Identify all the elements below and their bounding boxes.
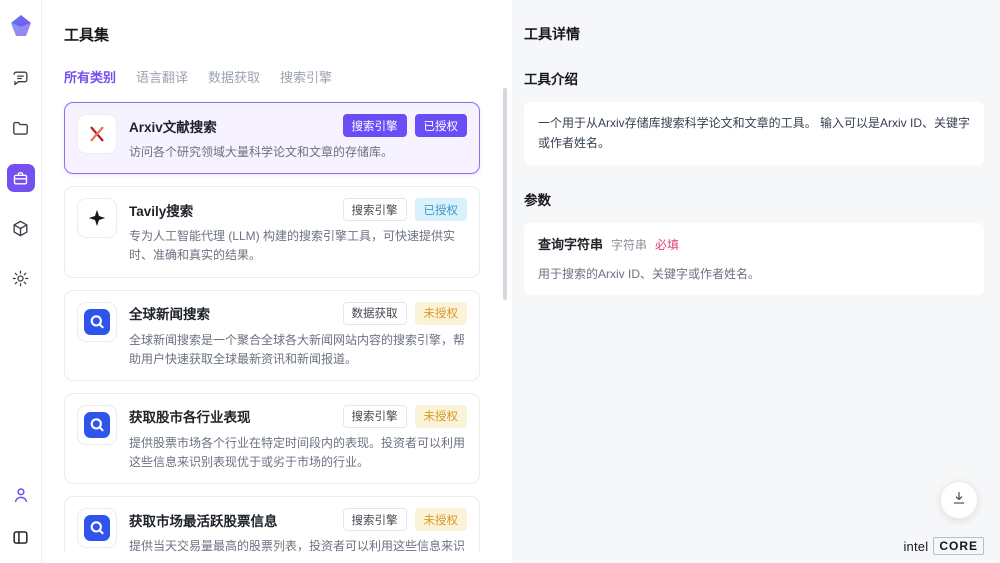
active-stock-icon	[77, 508, 117, 548]
panel-toggle-icon[interactable]	[7, 523, 35, 551]
param-description: 用于搜索的Arxiv ID、关键字或作者姓名。	[538, 264, 970, 284]
details-title: 工具详情	[524, 24, 984, 44]
tool-description: 专为人工智能代理 (LLM) 构建的搜索引擎工具，可快速提供实时、准确和真实的结…	[129, 227, 467, 265]
chat-icon[interactable]	[7, 64, 35, 92]
intel-product-text: CORE	[933, 537, 984, 555]
param-card: 查询字符串 字符串 必填 用于搜索的Arxiv ID、关键字或作者姓名。	[524, 223, 984, 295]
tavily-icon	[77, 198, 117, 238]
tool-description: 提供股票市场各个行业在特定时间段内的表现。投资者可以利用这些信息来识别表现优于或…	[129, 434, 467, 472]
tool-title: Tavily搜索	[129, 200, 335, 220]
param-type: 字符串	[611, 235, 647, 255]
toolset-title: 工具集	[42, 0, 512, 45]
tool-title: 获取市场最活跃股票信息	[129, 510, 335, 530]
tab-2[interactable]: 数据获取	[208, 67, 260, 86]
tool-title: 全球新闻搜索	[129, 303, 335, 323]
category-tabs: 所有类别 语言翻译 数据获取 搜索引擎	[42, 45, 512, 100]
tool-description: 提供当天交易量最高的股票列表，投资者可以利用这些信息来识别流动性强的股票和潜在的…	[129, 537, 467, 552]
tool-status-badge: 已授权	[415, 198, 468, 221]
intro-heading: 工具介绍	[524, 68, 984, 88]
settings-gear-icon[interactable]	[7, 264, 35, 292]
tool-card[interactable]: Tavily搜索 搜索引擎 已授权 专为人工智能代理 (LLM) 构建的搜索引擎…	[64, 186, 480, 277]
tool-category-badge: 搜索引擎	[343, 508, 407, 531]
tool-category-badge: 搜索引擎	[343, 198, 407, 221]
toolset-panel: 工具集 所有类别语言翻译数据获取搜索引擎 Arxiv文献搜索 搜索引擎 已授权 …	[42, 0, 512, 563]
news-search-icon	[77, 302, 117, 342]
user-avatar-icon[interactable]	[7, 481, 35, 509]
app-root: 工具集 所有类别语言翻译数据获取搜索引擎 Arxiv文献搜索 搜索引擎 已授权 …	[0, 0, 1000, 563]
tool-category-badge: 数据获取	[343, 302, 407, 325]
download-button[interactable]	[940, 481, 978, 519]
tab-3[interactable]: 搜索引擎	[280, 67, 332, 86]
tool-intro-text: 一个用于从Arxiv存储库搜索科学论文和文章的工具。 输入可以是Arxiv ID…	[524, 102, 984, 165]
tool-status-badge: 已授权	[415, 114, 468, 137]
stock-sector-icon	[77, 405, 117, 445]
tool-title: Arxiv文献搜索	[129, 116, 335, 136]
intel-core-logo: intel CORE	[903, 537, 984, 555]
download-icon	[951, 490, 967, 511]
package-icon[interactable]	[7, 214, 35, 242]
tool-status-badge: 未授权	[415, 508, 468, 531]
tool-category-badge: 搜索引擎	[343, 405, 407, 428]
tool-category-badge: 搜索引擎	[343, 114, 407, 137]
folder-icon[interactable]	[7, 114, 35, 142]
tool-status-badge: 未授权	[415, 302, 468, 325]
tool-card[interactable]: 获取市场最活跃股票信息 搜索引擎 未授权 提供当天交易量最高的股票列表，投资者可…	[64, 496, 480, 552]
sidebar	[0, 0, 42, 563]
params-heading: 参数	[524, 189, 984, 209]
app-logo	[9, 14, 33, 38]
tool-description: 全球新闻搜索是一个聚合全球各大新闻网站内容的搜索引擎，帮助用户快速获取全球最新资…	[129, 331, 467, 369]
tools-nav-icon[interactable]	[7, 164, 35, 192]
tool-card[interactable]: Arxiv文献搜索 搜索引擎 已授权 访问各个研究领域大量科学论文和文章的存储库…	[64, 102, 480, 174]
tool-card[interactable]: 获取股市各行业表现 搜索引擎 未授权 提供股票市场各个行业在特定时间段内的表现。…	[64, 393, 480, 484]
tool-card[interactable]: 全球新闻搜索 数据获取 未授权 全球新闻搜索是一个聚合全球各大新闻网站内容的搜索…	[64, 290, 480, 381]
tool-title: 获取股市各行业表现	[129, 406, 335, 426]
tool-status-badge: 未授权	[415, 405, 468, 428]
param-required-badge: 必填	[655, 235, 679, 255]
intel-brand-text: intel	[903, 539, 928, 554]
tool-list: Arxiv文献搜索 搜索引擎 已授权 访问各个研究领域大量科学论文和文章的存储库…	[42, 100, 512, 552]
tool-description: 访问各个研究领域大量科学论文和文章的存储库。	[129, 143, 467, 162]
arxiv-icon	[77, 114, 117, 154]
tab-0[interactable]: 所有类别	[64, 67, 116, 86]
param-name: 查询字符串	[538, 234, 603, 256]
tool-details-panel: 工具详情 工具介绍 一个用于从Arxiv存储库搜索科学论文和文章的工具。 输入可…	[512, 0, 1000, 563]
scrollbar-thumb[interactable]	[503, 88, 507, 300]
tab-1[interactable]: 语言翻译	[136, 67, 188, 86]
